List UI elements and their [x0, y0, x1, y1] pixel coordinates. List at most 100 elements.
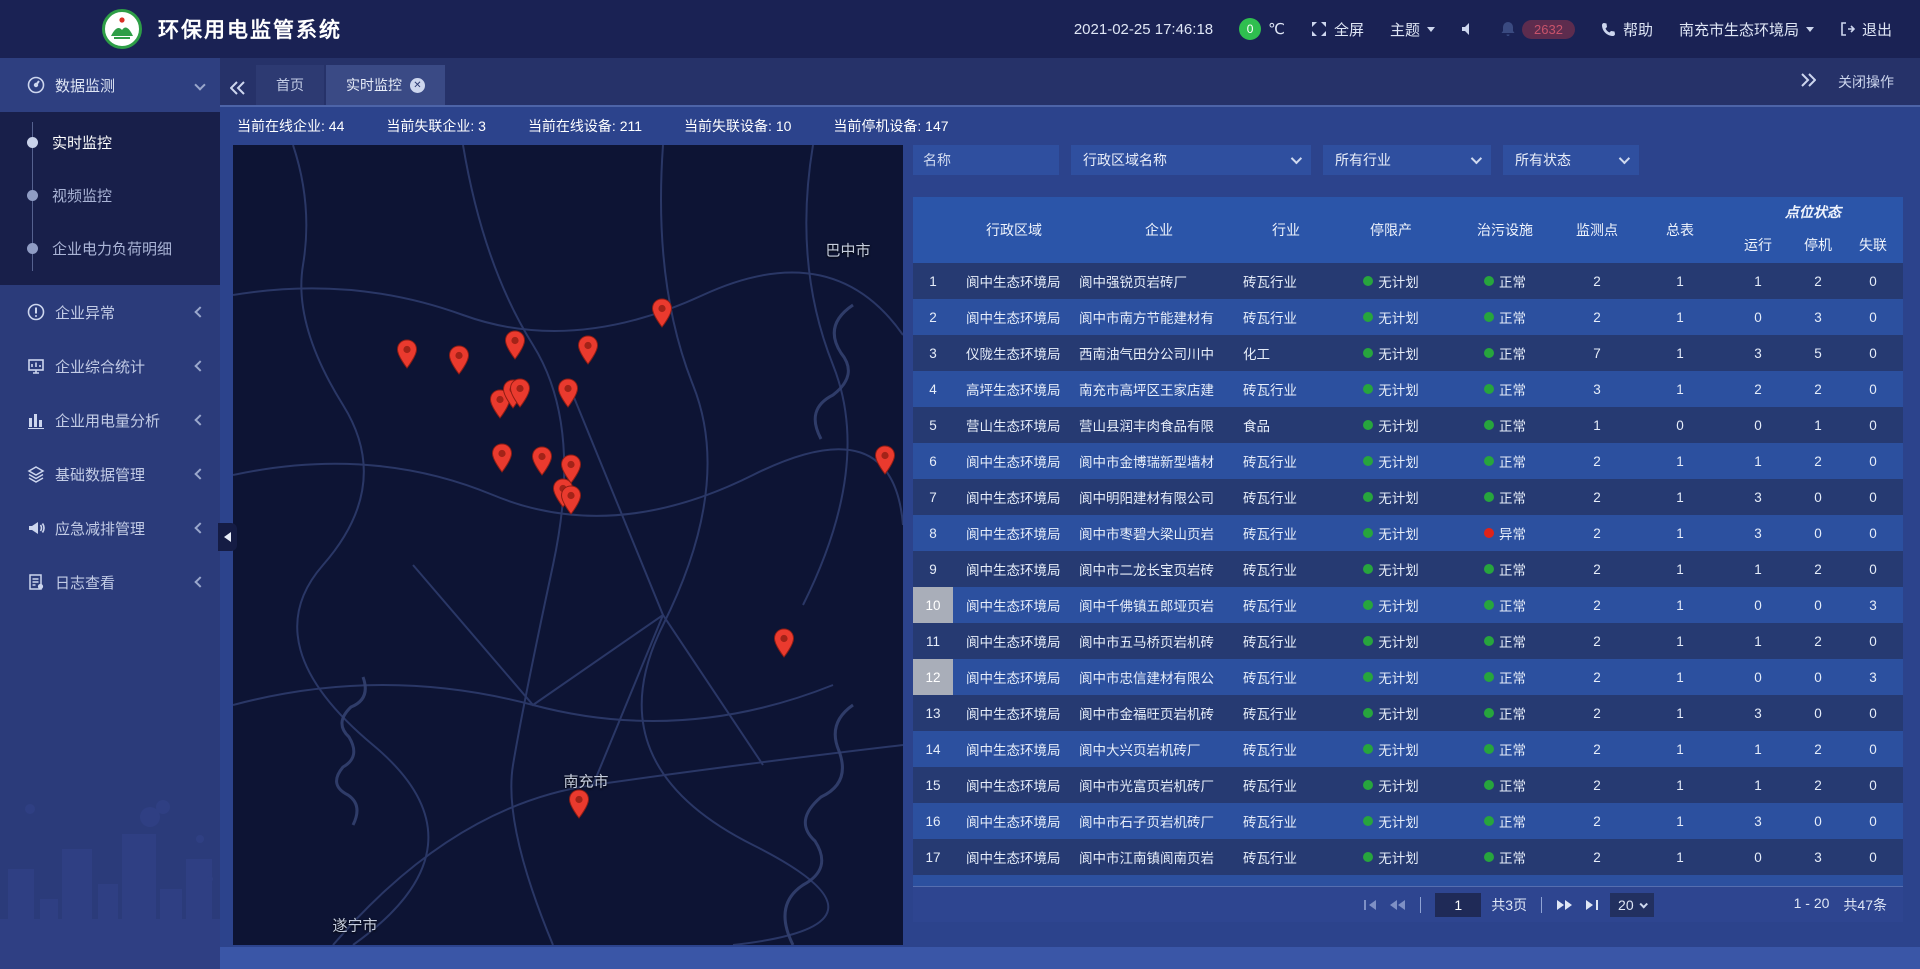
row-run-cell: 3 — [1723, 335, 1793, 371]
first-page-button[interactable] — [1362, 899, 1378, 911]
sidebar-collapse-button[interactable] — [218, 523, 237, 551]
row-monitor-cell: 2 — [1557, 551, 1637, 587]
sidebar-item-base-data[interactable]: 基础数据管理 — [0, 447, 220, 501]
industry-filter-select[interactable]: 所有行业 — [1323, 145, 1491, 175]
sidebar-item-power-load-detail[interactable]: 企业电力负荷明细 — [0, 222, 220, 275]
table-row[interactable]: 18南部生态环境局南部县砚华山河有限公砖瓦行业无计划正常62060 — [913, 875, 1903, 886]
sidebar-item-power-analysis[interactable]: 企业用电量分析 — [0, 393, 220, 447]
table-row[interactable]: 14阆中生态环境局阆中大兴页岩机砖厂砖瓦行业无计划正常21120 — [913, 731, 1903, 767]
status-dot-icon — [1363, 492, 1373, 502]
map-pin-icon[interactable] — [504, 330, 526, 360]
row-monitor-cell: 6 — [1557, 875, 1637, 886]
row-stop-status-cell: 无计划 — [1329, 731, 1453, 767]
row-meter-cell: 1 — [1637, 443, 1723, 479]
table-row[interactable]: 15阆中生态环境局阆中市光富页岩机砖厂砖瓦行业无计划正常21120 — [913, 767, 1903, 803]
map-pin-icon[interactable] — [568, 789, 590, 819]
table-row[interactable]: 16阆中生态环境局阆中市石子页岩机砖厂砖瓦行业无计划正常21300 — [913, 803, 1903, 839]
map-pin-icon[interactable] — [531, 446, 553, 476]
help-button[interactable]: 帮助 — [1601, 19, 1653, 40]
map-pin-icon[interactable] — [509, 378, 531, 408]
map-roads-layer — [233, 145, 903, 945]
map-pin-icon[interactable] — [874, 445, 896, 475]
row-run-cell: 3 — [1723, 515, 1793, 551]
row-halt-cell: 0 — [1793, 803, 1843, 839]
region-filter-select[interactable]: 行政区域名称 — [1071, 145, 1311, 175]
stop-status-text: 无计划 — [1378, 775, 1419, 795]
table-row[interactable]: 8阆中生态环境局阆中市枣碧大梁山页岩砖瓦行业无计划异常21300 — [913, 515, 1903, 551]
row-index-cell: 10 — [913, 587, 953, 623]
name-filter-input[interactable] — [913, 145, 1059, 175]
row-industry-cell: 砖瓦行业 — [1243, 767, 1329, 803]
org-dropdown[interactable]: 南充市生态环境局 — [1679, 19, 1814, 40]
table-row[interactable]: 9阆中生态环境局阆中市二龙长宝页岩砖砖瓦行业无计划正常21120 — [913, 551, 1903, 587]
sound-toggle[interactable] — [1461, 22, 1475, 36]
sidebar-item-video-monitoring[interactable]: 视频监控 — [0, 169, 220, 222]
table-row[interactable]: 7阆中生态环境局阆中明阳建材有限公司砖瓦行业无计划正常21300 — [913, 479, 1903, 515]
row-index-cell: 13 — [913, 695, 953, 731]
layers-icon — [27, 465, 45, 483]
facility-status-text: 正常 — [1499, 595, 1526, 615]
page-size-select[interactable]: 20 — [1610, 893, 1654, 917]
notifications[interactable]: 2632 — [1501, 20, 1575, 39]
table-row[interactable]: 6阆中生态环境局阆中市金博瑞新型墙材砖瓦行业无计划正常21120 — [913, 443, 1903, 479]
sidebar-item-data-monitoring[interactable]: 数据监测 — [0, 58, 220, 112]
table-row[interactable]: 17阆中生态环境局阆中市江南镇阆南页岩砖瓦行业无计划正常21030 — [913, 839, 1903, 875]
theme-dropdown[interactable]: 主题 — [1390, 19, 1435, 40]
status-dot-icon — [1484, 744, 1494, 754]
fullscreen-button[interactable]: 全屏 — [1311, 19, 1364, 40]
table-row[interactable]: 4高坪生态环境局南充市高坪区王家店建砖瓦行业无计划正常31220 — [913, 371, 1903, 407]
tabs-scroll-right-button[interactable] — [1800, 73, 1816, 90]
sidebar-item-enterprise-abnormal[interactable]: 企业异常 — [0, 285, 220, 339]
tabs-scroll-left-button[interactable] — [220, 71, 256, 105]
stop-status-text: 无计划 — [1378, 811, 1419, 831]
tab-realtime-monitoring[interactable]: 实时监控✕ — [326, 65, 445, 105]
table-row[interactable]: 13阆中生态环境局阆中市金福旺页岩机砖砖瓦行业无计划正常21300 — [913, 695, 1903, 731]
map-pin-icon[interactable] — [491, 443, 513, 473]
status-filter-select[interactable]: 所有状态 — [1503, 145, 1639, 175]
row-region-cell: 阆中生态环境局 — [953, 479, 1075, 515]
row-stop-status-cell: 无计划 — [1329, 371, 1453, 407]
map-pin-icon[interactable] — [396, 339, 418, 369]
table-row[interactable]: 12阆中生态环境局阆中市忠信建材有限公砖瓦行业无计划正常21003 — [913, 659, 1903, 695]
map-pin-icon[interactable] — [557, 378, 579, 408]
sidebar-item-log-view[interactable]: 日志查看 — [0, 555, 220, 609]
sidebar-item-realtime-monitoring[interactable]: 实时监控 — [0, 116, 220, 169]
facility-status-text: 异常 — [1499, 523, 1526, 543]
tab-close-icon[interactable]: ✕ — [410, 78, 425, 93]
table-row[interactable]: 1阆中生态环境局阆中强锐页岩砖厂砖瓦行业无计划正常21120 — [913, 263, 1903, 299]
row-monitor-cell: 2 — [1557, 659, 1637, 695]
sidebar-item-emergency-reduction[interactable]: 应急减排管理 — [0, 501, 220, 555]
table-row[interactable]: 2阆中生态环境局阆中市南方节能建材有砖瓦行业无计划正常21030 — [913, 299, 1903, 335]
sidebar-submenu-data-monitoring: 实时监控视频监控企业电力负荷明细 — [0, 112, 220, 285]
sidebar-item-enterprise-statistics[interactable]: 企业综合统计 — [0, 339, 220, 393]
map-pin-icon[interactable] — [560, 485, 582, 515]
next-page-button[interactable] — [1556, 899, 1574, 911]
table-row[interactable]: 3仪陇生态环境局西南油气田分公司川中化工无计划正常71350 — [913, 335, 1903, 371]
stop-status-text: 无计划 — [1378, 487, 1419, 507]
close-operations-button[interactable]: 关闭操作 — [1838, 72, 1894, 92]
row-industry-cell: 化工 — [1243, 335, 1329, 371]
tab-home[interactable]: 首页 — [256, 65, 324, 105]
row-halt-cell: 0 — [1793, 587, 1843, 623]
last-page-button[interactable] — [1584, 899, 1600, 911]
map-pin-icon[interactable] — [773, 628, 795, 658]
map-pin-icon[interactable] — [651, 298, 673, 328]
logout-button[interactable]: 退出 — [1840, 19, 1892, 40]
table-row[interactable]: 5营山生态环境局营山县润丰肉食品有限食品无计划正常10010 — [913, 407, 1903, 443]
page-number-input[interactable]: 1 — [1435, 893, 1481, 917]
chevron-down-icon — [1427, 27, 1435, 32]
table-row[interactable]: 11阆中生态环境局阆中市五马桥页岩机砖砖瓦行业无计划正常21120 — [913, 623, 1903, 659]
stat-item-4: 当前停机设备: 147 — [833, 116, 948, 136]
row-enterprise-cell: 阆中市金博瑞新型墙材 — [1075, 443, 1243, 479]
table-row[interactable]: 10阆中生态环境局阆中千佛镇五郎垭页岩砖瓦行业无计划正常21003 — [913, 587, 1903, 623]
map-city-label: 遂宁市 — [332, 915, 377, 936]
map-pin-icon[interactable] — [448, 345, 470, 375]
row-facility-status-cell: 正常 — [1453, 839, 1557, 875]
prev-page-button[interactable] — [1388, 899, 1406, 911]
map-pin-icon[interactable] — [577, 335, 599, 365]
row-halt-cell: 0 — [1793, 659, 1843, 695]
row-industry-cell: 砖瓦行业 — [1243, 479, 1329, 515]
exit-icon — [1840, 22, 1855, 36]
row-stop-status-cell: 无计划 — [1329, 839, 1453, 875]
row-enterprise-cell: 阆中市金福旺页岩机砖 — [1075, 695, 1243, 731]
